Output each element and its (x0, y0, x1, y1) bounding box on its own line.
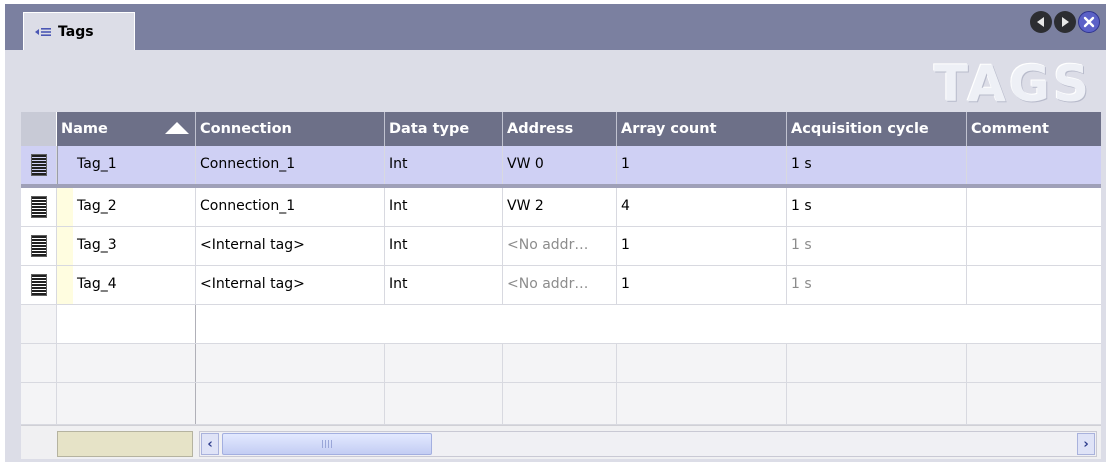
column-header-connection[interactable]: Connection (196, 112, 385, 146)
cell-array-count[interactable]: 1 (617, 266, 787, 304)
table-row[interactable]: Tag_2 Connection_1 Int VW 2 4 1 s (21, 188, 1101, 227)
scrollbar-thumb[interactable] (222, 433, 432, 455)
cell-data-type[interactable]: Int (385, 146, 503, 184)
table-row[interactable]: Tag_3 <Internal tag> Int <No addr… 1 1 s (21, 227, 1101, 266)
cell-name[interactable]: Tag_3 (73, 227, 196, 265)
column-header-acquisition-cycle[interactable]: Acquisition cycle (787, 112, 967, 146)
cell-data-type[interactable]: Int (385, 188, 503, 226)
column-header-label: Name (61, 121, 108, 137)
close-button[interactable] (1078, 11, 1100, 33)
close-icon (1083, 16, 1095, 28)
cell-connection[interactable]: <Internal tag> (196, 266, 385, 304)
cell-data-type[interactable]: Int (385, 266, 503, 304)
cell-name[interactable]: Tag_1 (73, 146, 196, 184)
table-header: Name Connection Data type Address Array … (21, 112, 1101, 146)
select-all-corner[interactable] (21, 112, 57, 146)
cell-address[interactable]: VW 2 (503, 188, 617, 226)
cell-data-type[interactable]: Int (385, 227, 503, 265)
column-header-comment[interactable]: Comment (967, 112, 1101, 146)
cell-acquisition-cycle[interactable]: 1 s (787, 227, 967, 265)
empty-cell (196, 344, 385, 382)
column-header-array-count[interactable]: Array count (617, 112, 787, 146)
tags-icon (34, 25, 52, 39)
tab-strip: Tags (5, 4, 1106, 50)
column-header-data-type[interactable]: Data type (385, 112, 503, 146)
empty-row[interactable] (21, 305, 1101, 344)
empty-cell (787, 383, 967, 424)
empty-cell (503, 344, 617, 382)
empty-cell (787, 344, 967, 382)
table-row[interactable]: Tag_4 <Internal tag> Int <No addr… 1 1 s (21, 266, 1101, 305)
empty-row[interactable] (21, 383, 1101, 425)
row-grip-icon (30, 274, 47, 296)
cell-comment[interactable] (967, 227, 1101, 265)
empty-cell (503, 383, 617, 424)
row-marker (57, 227, 73, 265)
cell-comment[interactable] (967, 188, 1101, 226)
cell-comment[interactable] (967, 266, 1101, 304)
row-grip-icon (30, 235, 47, 257)
horizontal-scrollbar[interactable]: ‹ › (199, 431, 1097, 457)
cell-address[interactable]: <No addr… (503, 266, 617, 304)
cell-connection[interactable]: Connection_1 (196, 188, 385, 226)
cell-name[interactable]: Tag_4 (73, 266, 196, 304)
chevron-left-icon: ‹ (207, 436, 213, 452)
column-header-address[interactable]: Address (503, 112, 617, 146)
cell-comment[interactable] (967, 146, 1101, 184)
row-marker (57, 146, 73, 184)
cell-connection[interactable]: Connection_1 (196, 146, 385, 184)
scroll-right-button[interactable]: › (1077, 433, 1095, 455)
editor-title: TAGS (934, 55, 1092, 113)
empty-row[interactable] (21, 344, 1101, 383)
arrow-right-icon (1062, 17, 1069, 27)
previous-button[interactable] (1030, 11, 1052, 33)
scroll-left-button[interactable]: ‹ (201, 433, 219, 455)
row-header[interactable] (21, 266, 57, 304)
filter-field[interactable] (57, 431, 193, 457)
cell-address[interactable]: <No addr… (503, 227, 617, 265)
empty-cell (57, 344, 196, 382)
empty-cell (57, 305, 196, 343)
cell-acquisition-cycle[interactable]: 1 s (787, 146, 967, 184)
tab-label: Tags (58, 23, 94, 40)
cell-address[interactable]: VW 0 (503, 146, 617, 184)
tags-table: Name Connection Data type Address Array … (21, 112, 1101, 459)
row-marker (57, 266, 73, 304)
row-header[interactable] (21, 305, 57, 343)
sort-ascending-icon (165, 122, 189, 134)
row-header[interactable] (21, 344, 57, 382)
next-button[interactable] (1054, 11, 1076, 33)
row-marker (57, 188, 73, 226)
cell-array-count[interactable]: 1 (617, 227, 787, 265)
cell-acquisition-cycle[interactable]: 1 s (787, 188, 967, 226)
arrow-left-icon (1037, 17, 1044, 27)
empty-cell (57, 383, 196, 424)
cell-array-count[interactable]: 1 (617, 146, 787, 184)
cell-array-count[interactable]: 4 (617, 188, 787, 226)
tab-tags[interactable]: Tags (23, 12, 135, 50)
chevron-right-icon: › (1083, 436, 1089, 452)
grip-icon (322, 440, 332, 448)
column-header-name[interactable]: Name (57, 112, 196, 146)
empty-cell (385, 344, 503, 382)
table-row[interactable]: Tag_1 Connection_1 Int VW 0 1 1 s (21, 146, 1101, 188)
empty-cell (196, 383, 385, 424)
row-grip-icon (30, 154, 47, 176)
row-header[interactable] (21, 383, 57, 424)
empty-cell (385, 383, 503, 424)
cell-name[interactable]: Tag_2 (73, 188, 196, 226)
tags-window: Tags TAGS Name Connection Data type Addr… (5, 4, 1106, 462)
window-nav (1030, 11, 1100, 33)
row-header[interactable] (21, 227, 57, 265)
cell-acquisition-cycle[interactable]: 1 s (787, 266, 967, 304)
cell-connection[interactable]: <Internal tag> (196, 227, 385, 265)
row-grip-icon (30, 196, 47, 218)
row-header[interactable] (21, 146, 57, 184)
row-header[interactable] (21, 188, 57, 226)
empty-cell (617, 383, 787, 424)
empty-cell (617, 344, 787, 382)
table-footer: ‹ › (21, 425, 1101, 459)
